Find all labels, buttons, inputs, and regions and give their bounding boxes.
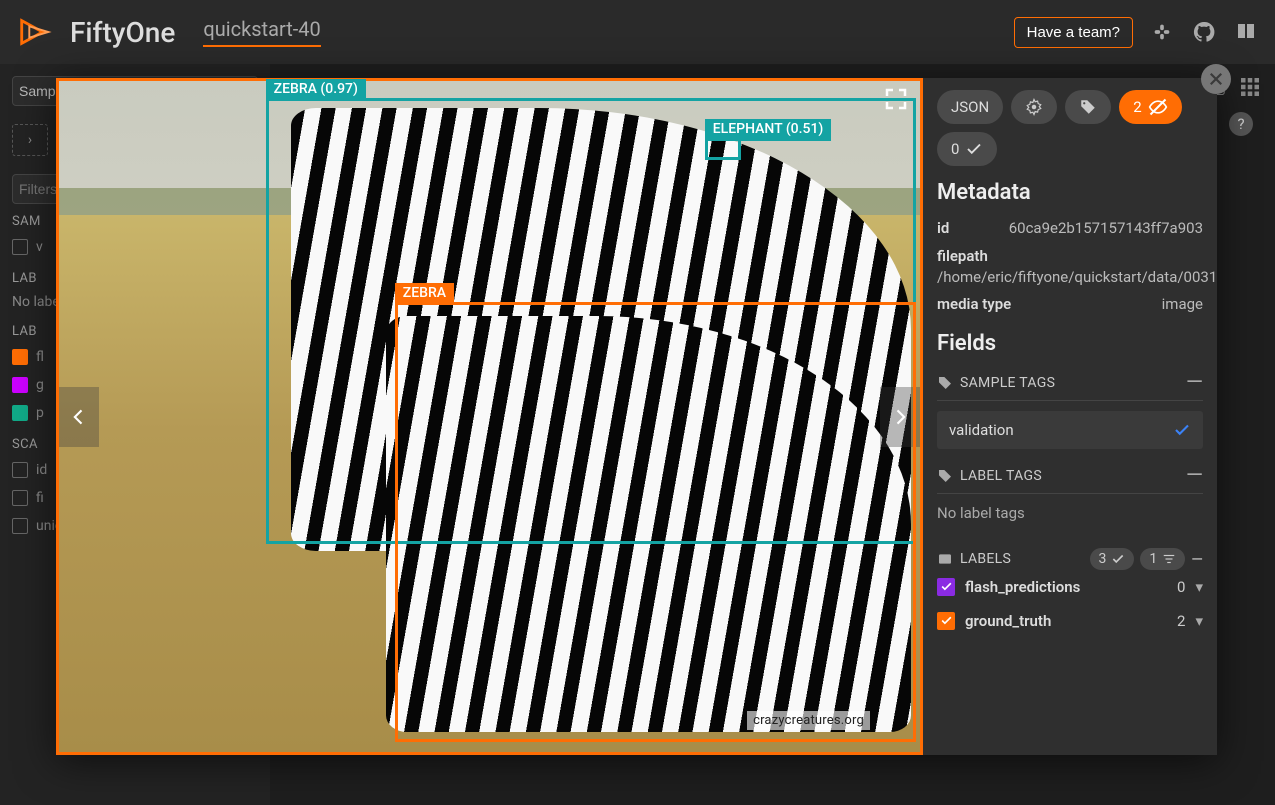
sample-viewer[interactable]: crazycreatures.org ZEBRA (0.97)ELEPHANT … (56, 78, 923, 755)
mediatype-key: media type (937, 295, 1011, 313)
check-icon (1173, 421, 1191, 439)
mediatype-value: image (1162, 295, 1203, 313)
filepath-key: filepath (937, 247, 1203, 265)
bbox-label: ZEBRA (0.97) (266, 79, 366, 101)
bbox-label: ELEPHANT (0.51) (705, 119, 832, 141)
tags-button[interactable] (1065, 90, 1111, 124)
sample-modal: crazycreatures.org ZEBRA (0.97)ELEPHANT … (56, 78, 1217, 755)
chevron-down-icon[interactable]: ▾ (1195, 612, 1203, 630)
docs-icon[interactable] (1233, 19, 1259, 45)
label-count: 0 (1177, 578, 1185, 596)
no-label-tags-text: No label tags (937, 494, 1203, 532)
metadata-heading: Metadata (937, 180, 1203, 205)
grid-view-icon[interactable] (1241, 78, 1261, 98)
sample-tag-validation[interactable]: validation (937, 411, 1203, 449)
app-header: FiftyOne quickstart-40 Have a team? (0, 0, 1275, 64)
help-icon[interactable]: ? (1229, 112, 1253, 136)
app-title: FiftyOne (70, 16, 175, 49)
collapse-icon[interactable]: — (1186, 465, 1203, 487)
selected-labels-pill[interactable]: 0 (937, 132, 997, 166)
collapse-icon[interactable]: — (1191, 550, 1203, 568)
fiftyone-logo (16, 13, 54, 51)
settings-button[interactable] (1011, 90, 1057, 124)
close-button[interactable] (1201, 64, 1231, 94)
hidden-labels-pill[interactable]: 2 (1119, 90, 1181, 124)
label-swatch (937, 612, 955, 630)
label-name: flash_predictions (965, 578, 1167, 596)
label-tags-subhead[interactable]: LABEL TAGS — (937, 465, 1203, 494)
labels-check-pill[interactable]: 3 (1090, 548, 1135, 570)
label-row-ground_truth[interactable]: ground_truth 2 ▾ (937, 604, 1203, 638)
labels-subhead[interactable]: LABELS 3 1 — (937, 548, 1203, 570)
id-value: 60ca9e2b157157143ff7a903 (1009, 219, 1203, 237)
add-stage-button[interactable]: › (12, 124, 48, 156)
labels-filter-pill[interactable]: 1 (1140, 548, 1185, 570)
sample-tags-subhead[interactable]: SAMPLE TAGS — (937, 372, 1203, 401)
bbox-zebra[interactable]: ZEBRA (395, 302, 916, 742)
have-team-button[interactable]: Have a team? (1014, 17, 1133, 48)
label-name: ground_truth (965, 612, 1167, 630)
chevron-down-icon[interactable]: ▾ (1195, 578, 1203, 596)
label-count: 2 (1177, 612, 1185, 630)
slack-icon[interactable] (1149, 19, 1175, 45)
github-icon[interactable] (1191, 19, 1217, 45)
collapse-icon[interactable]: — (1186, 372, 1203, 394)
json-button[interactable]: JSON (937, 90, 1003, 124)
id-key: id (937, 219, 949, 237)
filepath-value: /home/eric/fiftyone/quickstart/data/0031… (937, 265, 1203, 291)
label-swatch (937, 578, 955, 596)
sample-details-panel: JSON 2 0 Metadata id 60ca9e2b157157143ff7… (923, 78, 1217, 755)
bbox-label: ZEBRA (395, 283, 454, 305)
label-row-flash_predictions[interactable]: flash_predictions 0 ▾ (937, 570, 1203, 604)
prev-sample-button[interactable] (59, 387, 99, 447)
bbox-elephant-0-51-[interactable]: ELEPHANT (0.51) (705, 138, 741, 159)
fields-heading: Fields (937, 331, 1203, 356)
dataset-selector[interactable]: quickstart-40 (203, 17, 320, 47)
